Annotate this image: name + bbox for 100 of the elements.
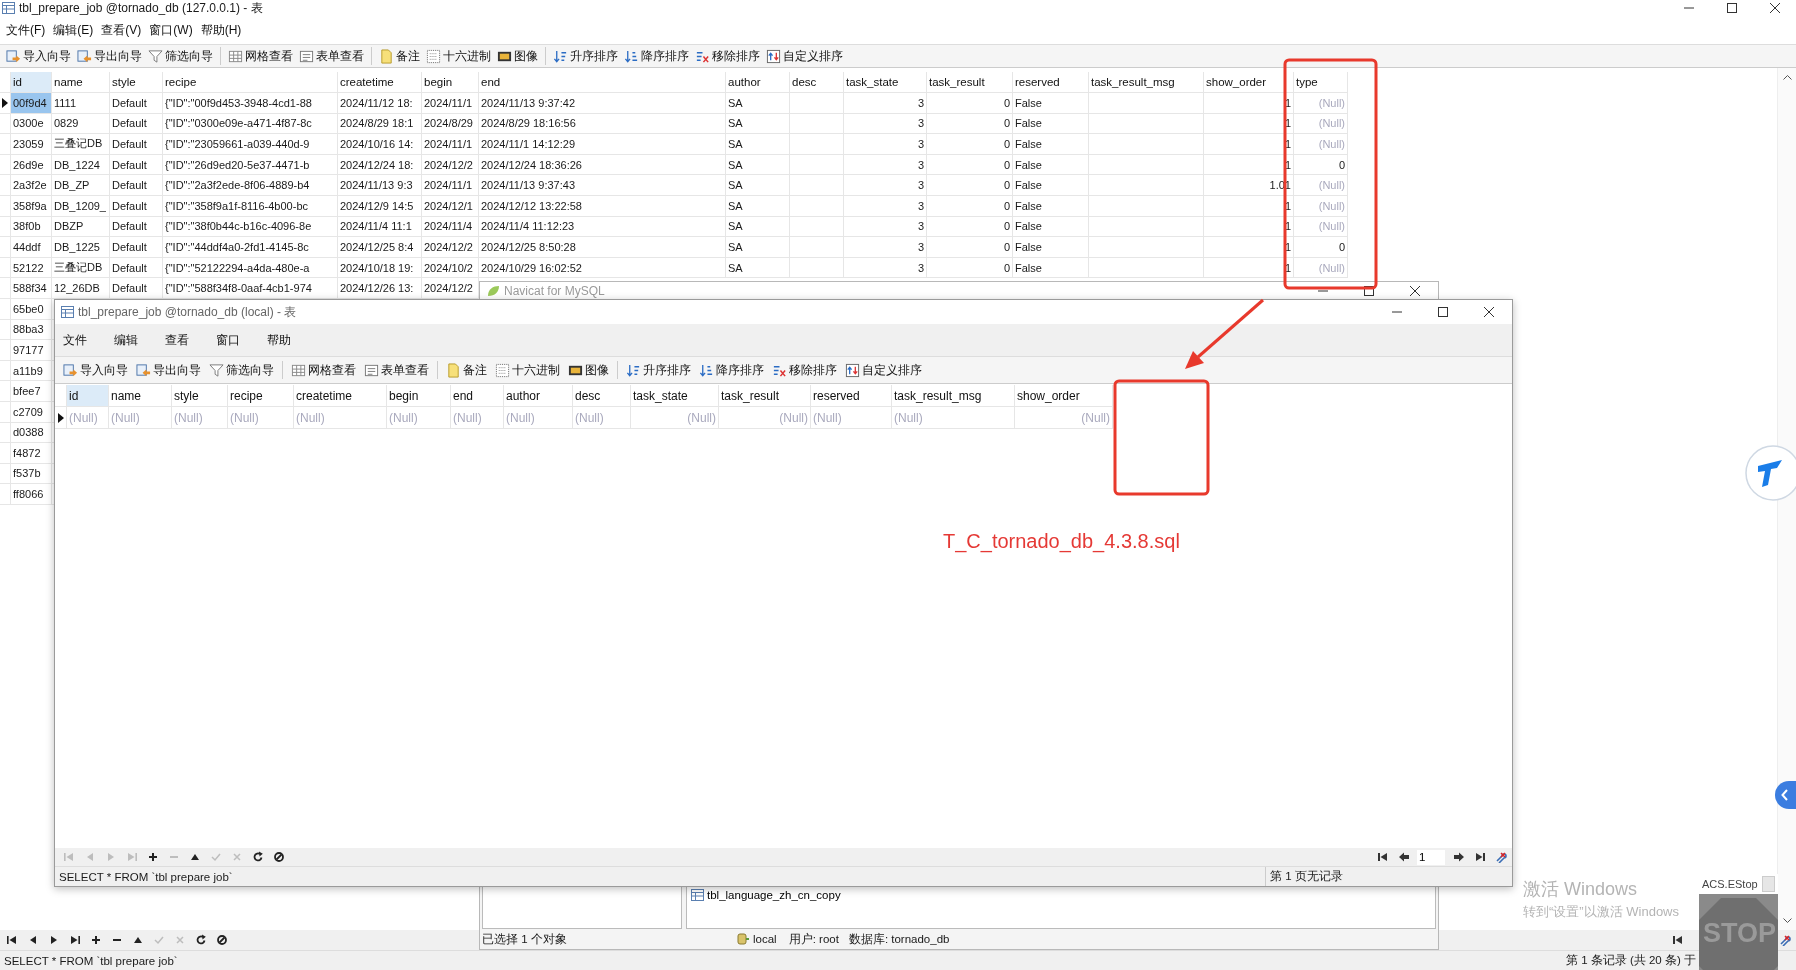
toolbar-button[interactable]: 十六进制 [491,360,564,380]
row-header[interactable] [55,407,67,428]
column-header[interactable]: show_order [1015,385,1113,406]
toolbar-button[interactable]: 导出向导 [132,360,205,380]
toolbar-button[interactable]: 升序排序 [550,46,621,66]
table-cell: 3 [844,113,927,134]
page-field[interactable]: 1 [1417,849,1445,865]
toolbar-button[interactable]: 备注 [376,46,423,66]
table-cell: 2024/11/1 [422,175,479,195]
toolbar-button[interactable]: 导入向导 [59,360,132,380]
scroll-up-icon[interactable] [1782,74,1792,80]
table-cell: (Null) [387,407,451,428]
column-header[interactable]: task_result_msg [1089,72,1204,92]
toolbar-button[interactable]: 筛选向导 [145,46,216,66]
column-header[interactable]: desc [790,72,844,92]
menu-item[interactable]: 文件 [61,331,89,349]
column-header[interactable]: task_state [631,385,719,406]
column-header[interactable]: recipe [163,72,338,92]
table-cell: (Null) [228,407,294,428]
toolbar-button[interactable]: 移除排序 [768,360,841,380]
table-cell: 1111 [52,93,110,113]
toolbar-button[interactable]: 十六进制 [423,46,494,66]
column-header[interactable]: style [110,72,163,92]
stop-button[interactable] [214,932,229,948]
column-header[interactable]: begin [387,385,451,406]
toolbar-button[interactable]: 移除排序 [692,46,763,66]
note-icon [379,48,394,64]
toolbar-button[interactable]: 导出向导 [74,46,145,66]
column-header[interactable]: id [11,72,52,92]
column-header[interactable]: id [67,385,109,406]
vertical-scrollbar[interactable] [1777,68,1796,930]
column-header[interactable]: end [479,72,726,92]
toolbar-button[interactable]: 降序排序 [621,46,692,66]
grid-icon [291,362,306,378]
column-header[interactable]: type [1294,72,1348,92]
wrench-icon [1494,851,1507,863]
table-cell: SA [726,195,790,216]
table-cell: 3 [844,175,927,195]
window-title: tbl_prepare_job @tornado_db (local) - 表 [78,303,297,321]
filter-icon [148,48,163,64]
column-header[interactable]: style [172,385,228,406]
assistant-icon[interactable] [1744,444,1796,502]
menu-item[interactable]: 查看(V) [99,21,144,39]
table-cell: 38f0b [11,216,52,237]
toolbar-button[interactable]: 降序排序 [695,360,768,380]
table-cell: (Null) [1294,113,1348,134]
menu-item[interactable]: 编辑(E) [51,21,96,39]
toolbar-button[interactable]: 自定义排序 [763,46,846,66]
column-header[interactable]: task_result_msg [892,385,1015,406]
table-cell: 0 [927,175,1013,195]
scroll-down-icon[interactable] [1782,918,1792,924]
table-cell: d0388 [11,422,52,443]
table-cell: (Null) [172,407,228,428]
toolbar-button[interactable]: 备注 [442,360,491,380]
column-header[interactable]: name [109,385,172,406]
column-header[interactable]: reserved [1013,72,1089,92]
column-header[interactable]: begin [422,72,479,92]
column-header[interactable]: createtime [338,72,422,92]
table-cell: (Null) [811,407,892,428]
table-cell: 2024/10/29 16:02:52 [479,257,726,278]
menu-item[interactable]: 窗口 [214,331,242,349]
column-header[interactable]: end [451,385,504,406]
menu-item[interactable]: 文件(F) [4,21,48,39]
toolbar-button[interactable]: 表单查看 [360,360,433,380]
column-header[interactable]: show_order [1204,72,1294,92]
table-cell: SA [726,134,790,154]
menu-item[interactable]: 帮助 [265,331,293,349]
table-cell: {"ID":"38f0b44c-b16c-4096-8e [163,216,338,237]
form-icon [364,362,379,378]
toolbar-button[interactable]: 网格查看 [225,46,296,66]
stop-button[interactable] [271,849,286,865]
column-header[interactable]: name [52,72,110,92]
widget-checkbox[interactable] [1761,876,1775,892]
menu-item[interactable]: 查看 [163,331,191,349]
table-cell: 88ba3 [11,319,52,340]
toolbar-button[interactable]: 筛选向导 [205,360,278,380]
toolbar-button[interactable]: 网格查看 [287,360,360,380]
menu-item[interactable]: 帮助(H) [198,21,244,39]
table-cell: Default [110,113,163,134]
skip-start-icon [5,934,18,946]
menu-item[interactable]: 编辑 [112,331,140,349]
toolbar-button[interactable]: 图像 [564,360,613,380]
column-header[interactable]: task_result [719,385,811,406]
column-header[interactable]: task_result [927,72,1013,92]
column-header[interactable]: author [726,72,790,92]
table-list-item[interactable]: tbl_language_zh_cn_copy [691,889,841,901]
column-header[interactable]: recipe [228,385,294,406]
table-cell: {"ID":"358f9a1f-8116-4b00-bc [163,195,338,216]
toolbar-button[interactable]: 导入向导 [3,46,74,66]
column-header[interactable]: author [504,385,573,406]
toolbar-button[interactable]: 自定义排序 [841,360,926,380]
column-header[interactable]: desc [573,385,631,406]
column-header[interactable]: reserved [811,385,892,406]
column-header[interactable]: task_state [844,72,927,92]
column-header[interactable]: createtime [294,385,387,406]
menu-item[interactable]: 窗口(W) [147,21,195,39]
toolbar-button[interactable]: 图像 [494,46,541,66]
toolbar-button[interactable]: 表单查看 [296,46,367,66]
table-cell: 52122 [11,257,52,278]
toolbar-button[interactable]: 升序排序 [622,360,695,380]
